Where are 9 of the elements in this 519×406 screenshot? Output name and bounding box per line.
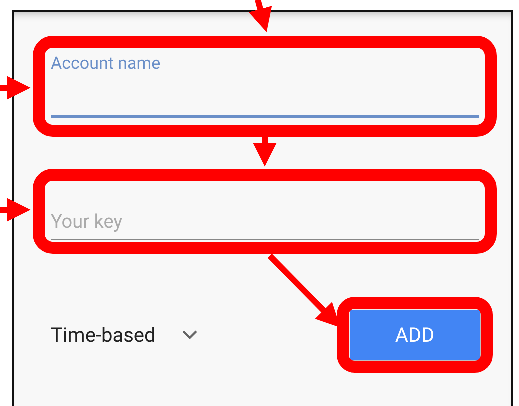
chevron-down-icon <box>182 330 198 340</box>
arrow <box>0 198 31 222</box>
add-button[interactable]: ADD <box>350 310 480 360</box>
key-field[interactable]: Your key <box>51 200 479 240</box>
account-name-field[interactable]: Account name <box>51 48 479 118</box>
arrow <box>253 137 277 167</box>
arrow <box>248 0 272 32</box>
type-dropdown[interactable]: Time-based <box>51 323 198 347</box>
arrow <box>0 76 31 100</box>
